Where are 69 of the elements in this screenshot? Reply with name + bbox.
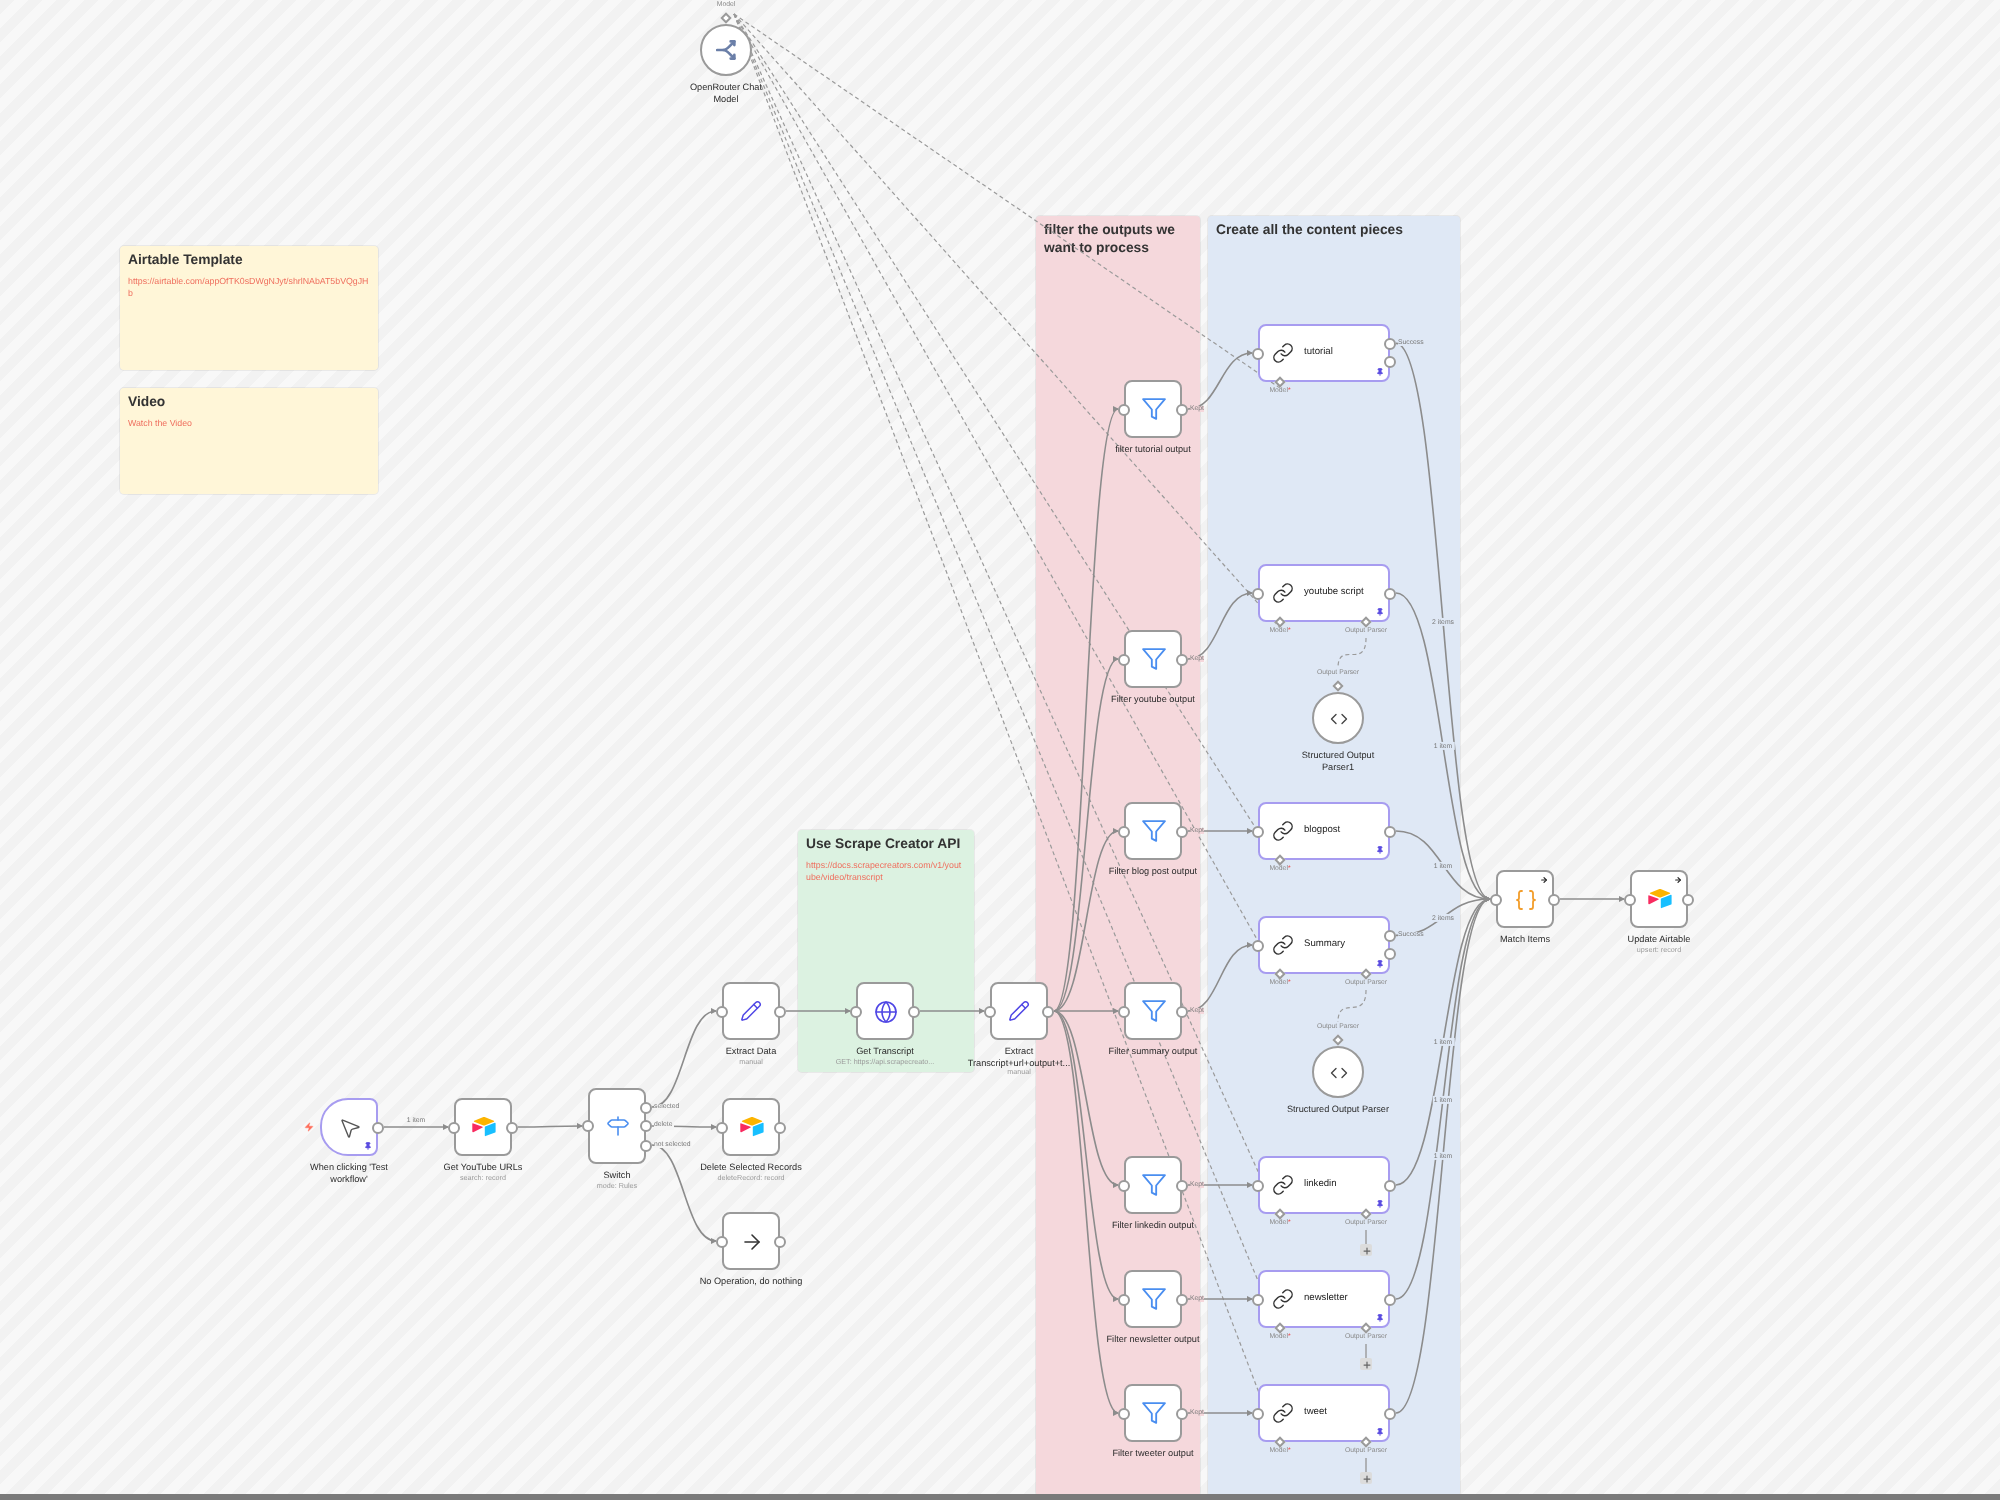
braces-icon [1513, 887, 1537, 911]
funnel-icon [1141, 1174, 1165, 1196]
connection-arrow [383, 1123, 450, 1131]
workflow-node[interactable] [856, 982, 914, 1040]
trigger-node[interactable] [320, 1098, 378, 1156]
plus-icon [1361, 1359, 1371, 1369]
stub-line [1365, 1457, 1367, 1473]
connection-arrow [651, 1123, 718, 1131]
funnel-icon [1141, 1288, 1165, 1310]
plus-icon [1361, 1473, 1371, 1483]
connection-arrow [1187, 1181, 1254, 1189]
workflow-node[interactable] [454, 1098, 512, 1156]
airtable-logo-icon [471, 1116, 495, 1138]
branching-arrows-icon [715, 40, 737, 60]
funnel-icon [1141, 1402, 1165, 1424]
add-button[interactable] [1360, 1244, 1372, 1256]
workflow-node[interactable] [588, 1088, 646, 1164]
connection-arrow [785, 1007, 852, 1015]
workflow-node[interactable] [1124, 380, 1182, 438]
workflow-node[interactable] [1124, 1384, 1182, 1442]
workflow-node[interactable] [722, 982, 780, 1040]
link-icon [1272, 820, 1294, 842]
code-brackets-icon [1329, 1063, 1347, 1081]
connection-arrow [1187, 827, 1254, 835]
connection-arrow [1187, 350, 1254, 410]
workflow-node[interactable] [1124, 982, 1182, 1040]
funnel-icon [1141, 820, 1165, 842]
workflow-node[interactable] [1496, 870, 1554, 928]
pencil-icon [740, 1000, 762, 1022]
plus-icon [1361, 1245, 1371, 1255]
workflow-node[interactable] [722, 1098, 780, 1156]
add-button[interactable] [1360, 1472, 1372, 1484]
funnel-icon [1141, 1000, 1165, 1022]
globe-icon [873, 999, 897, 1023]
arrow-right-icon [739, 1229, 763, 1253]
lightning-icon [304, 1122, 314, 1132]
code-brackets-icon [1329, 709, 1347, 727]
link-icon [1272, 1288, 1294, 1310]
workflow-node[interactable] [722, 1212, 780, 1270]
add-button[interactable] [1360, 1358, 1372, 1370]
connection-arrow [1559, 895, 1626, 903]
workflow-node[interactable] [1124, 1156, 1182, 1214]
connection-arrow [1187, 942, 1254, 1012]
cursor-icon [337, 1115, 361, 1139]
link-icon [1272, 1174, 1294, 1196]
airtable-logo-icon [1647, 888, 1671, 910]
connection-arrow [1187, 1295, 1254, 1303]
workflow-node[interactable] [1124, 630, 1182, 688]
stub-line [1365, 1343, 1367, 1359]
connection-arrow [517, 1122, 584, 1130]
connection-arrow [651, 1009, 718, 1108]
workflow-node[interactable] [1124, 802, 1182, 860]
connection-arrow [1187, 590, 1254, 660]
connection-arrow [919, 1007, 986, 1015]
stub-line [1365, 1229, 1367, 1245]
link-icon [1272, 342, 1294, 364]
workflow-node[interactable] [1124, 1270, 1182, 1328]
funnel-icon [1141, 648, 1165, 670]
funnel-icon [1141, 398, 1165, 420]
signpost-icon [605, 1114, 629, 1138]
link-icon [1272, 582, 1294, 604]
connection-arrow [1187, 1409, 1254, 1417]
pencil-icon [1008, 1000, 1030, 1022]
link-icon [1272, 1402, 1294, 1424]
airtable-logo-icon [739, 1116, 763, 1138]
sub-node[interactable] [700, 24, 752, 76]
workflow-node[interactable] [990, 982, 1048, 1040]
link-icon [1272, 934, 1294, 956]
workflow-node[interactable] [1630, 870, 1688, 928]
